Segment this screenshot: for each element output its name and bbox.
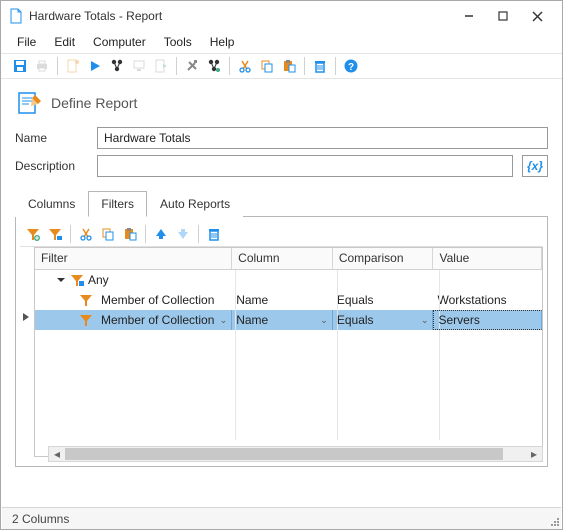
tools-button[interactable] xyxy=(181,55,203,77)
filter-copy-button[interactable] xyxy=(97,223,119,245)
main-toolbar: ? xyxy=(1,53,562,79)
save-button[interactable] xyxy=(9,55,31,77)
scroll-thumb[interactable] xyxy=(65,448,503,460)
tab-filters[interactable]: Filters xyxy=(88,191,147,217)
document-icon xyxy=(9,8,23,24)
delete-button[interactable] xyxy=(309,55,331,77)
filter-paste-button[interactable] xyxy=(119,223,141,245)
funnel-group-icon xyxy=(70,273,84,287)
menu-file[interactable]: File xyxy=(9,33,44,51)
add-filter-button[interactable] xyxy=(22,223,44,245)
window-title: Hardware Totals - Report xyxy=(29,9,452,23)
filter-row[interactable]: Member of Collection Name Equals Worksta… xyxy=(35,290,542,310)
filter-grid[interactable]: Filter Column Comparison Value Any xyxy=(34,247,543,457)
separator xyxy=(198,225,199,243)
dropdown-icon[interactable]: ⌄ xyxy=(320,315,328,326)
inventory2-button[interactable] xyxy=(203,55,225,77)
new-button[interactable] xyxy=(62,55,84,77)
resize-grip[interactable] xyxy=(548,515,560,527)
define-report-icon xyxy=(15,89,43,117)
funnel-icon xyxy=(79,313,93,327)
menu-tools[interactable]: Tools xyxy=(156,33,200,51)
name-label: Name xyxy=(15,131,87,145)
horizontal-scrollbar[interactable]: ◂ ▸ xyxy=(48,446,543,462)
filter-type: Member of Collection xyxy=(101,293,214,307)
separator xyxy=(57,57,58,75)
filter-comparison: Equals xyxy=(337,293,374,307)
export-button[interactable] xyxy=(150,55,172,77)
define-report-section: Define Report Name Hardware Totals Descr… xyxy=(1,79,562,191)
menu-computer[interactable]: Computer xyxy=(85,33,154,51)
separator xyxy=(229,57,230,75)
svg-text:?: ? xyxy=(348,62,354,73)
row-marker-gutter xyxy=(20,247,32,457)
separator xyxy=(145,225,146,243)
filter-column: Name xyxy=(236,313,268,327)
tab-auto-reports[interactable]: Auto Reports xyxy=(147,191,243,217)
copy-button[interactable] xyxy=(256,55,278,77)
status-text: 2 Columns xyxy=(12,512,69,526)
filter-comparison: Equals xyxy=(337,313,374,327)
cut-button[interactable] xyxy=(234,55,256,77)
column-header-column[interactable]: Column xyxy=(232,248,333,269)
filter-root-row[interactable]: Any xyxy=(35,270,542,290)
run-button[interactable] xyxy=(84,55,106,77)
computer-button[interactable] xyxy=(128,55,150,77)
separator xyxy=(335,57,336,75)
filter-cut-button[interactable] xyxy=(75,223,97,245)
filter-value[interactable]: Servers xyxy=(438,313,479,327)
dropdown-icon[interactable]: ⌄ xyxy=(421,315,429,326)
define-report-title: Define Report xyxy=(51,95,137,111)
print-button[interactable] xyxy=(31,55,53,77)
expression-button[interactable]: {x} xyxy=(522,155,548,177)
grid-header: Filter Column Comparison Value xyxy=(35,248,542,270)
add-subfilter-button[interactable] xyxy=(44,223,66,245)
menu-edit[interactable]: Edit xyxy=(46,33,83,51)
menu-bar: File Edit Computer Tools Help xyxy=(1,31,562,53)
scroll-right-arrow[interactable]: ▸ xyxy=(526,447,542,461)
dropdown-icon[interactable]: ⌄ xyxy=(220,315,228,326)
filters-panel: Filter Column Comparison Value Any xyxy=(15,217,548,467)
column-header-value[interactable]: Value xyxy=(433,248,542,269)
separator xyxy=(70,225,71,243)
column-header-comparison[interactable]: Comparison xyxy=(333,248,434,269)
filter-type: Member of Collection xyxy=(101,313,214,327)
funnel-icon xyxy=(79,293,93,307)
current-row-indicator xyxy=(20,307,32,327)
filter-column: Name xyxy=(236,293,268,307)
separator xyxy=(304,57,305,75)
description-label: Description xyxy=(15,159,87,173)
maximize-button[interactable] xyxy=(486,4,520,28)
move-up-button[interactable] xyxy=(150,223,172,245)
tab-strip: Columns Filters Auto Reports xyxy=(15,191,548,217)
tab-columns[interactable]: Columns xyxy=(15,191,88,217)
help-button[interactable]: ? xyxy=(340,55,362,77)
status-bar: 2 Columns xyxy=(2,507,561,529)
column-header-filter[interactable]: Filter xyxy=(35,248,232,269)
separator xyxy=(176,57,177,75)
filter-root-label: Any xyxy=(88,273,109,287)
filter-value: Workstations xyxy=(438,293,507,307)
description-input[interactable] xyxy=(97,155,513,177)
inventory-button[interactable] xyxy=(106,55,128,77)
filter-row-selected[interactable]: Member of Collection ⌄ Name ⌄ Equals ⌄ Ser… xyxy=(35,310,542,330)
paste-button[interactable] xyxy=(278,55,300,77)
expand-icon[interactable] xyxy=(57,278,65,282)
name-input[interactable]: Hardware Totals xyxy=(97,127,548,149)
scroll-left-arrow[interactable]: ◂ xyxy=(49,447,65,461)
menu-help[interactable]: Help xyxy=(202,33,243,51)
close-button[interactable] xyxy=(520,4,554,28)
filter-toolbar xyxy=(20,221,543,247)
minimize-button[interactable] xyxy=(452,4,486,28)
title-bar: Hardware Totals - Report xyxy=(1,1,562,31)
move-down-button[interactable] xyxy=(172,223,194,245)
filter-delete-button[interactable] xyxy=(203,223,225,245)
